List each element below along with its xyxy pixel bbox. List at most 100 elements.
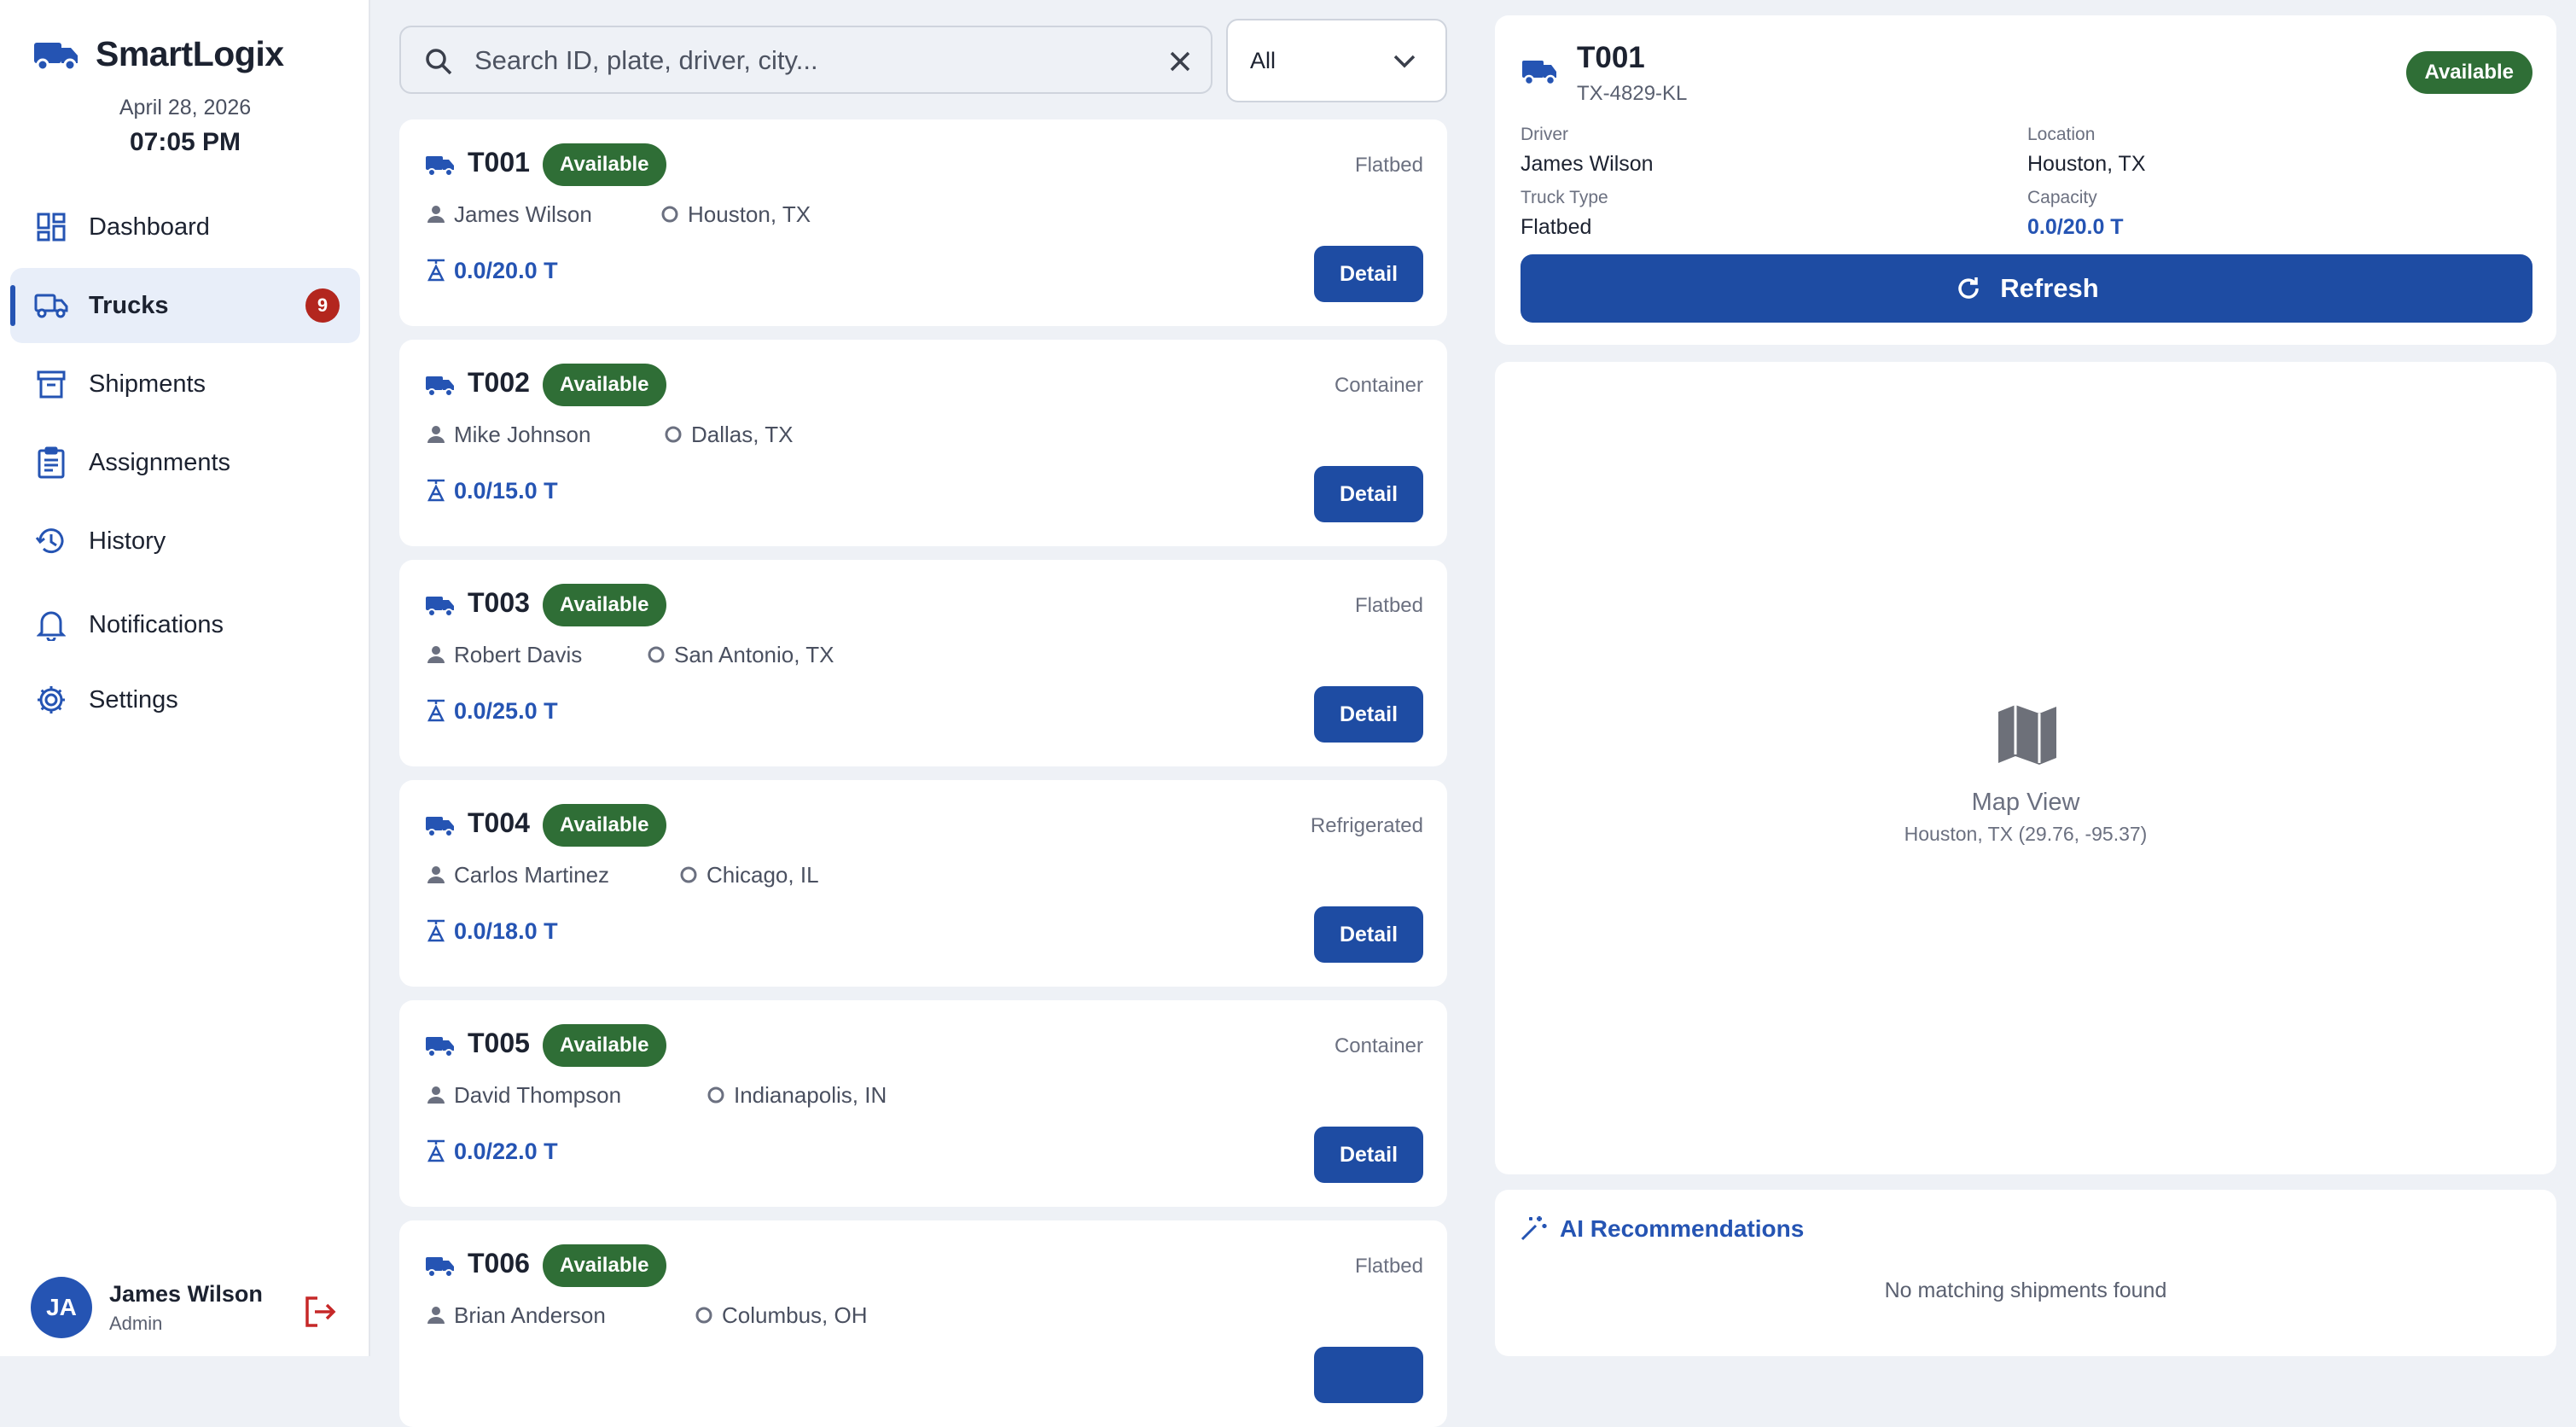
capacity-value: 0.0/20.0 T <box>2027 215 2124 239</box>
detail-button[interactable]: Detail <box>1314 686 1423 743</box>
weight-scale-icon <box>427 699 445 722</box>
truck-icon <box>426 376 454 397</box>
detail-button[interactable]: Detail <box>1314 246 1423 302</box>
map-view[interactable]: Map View Houston, TX (29.76, -95.37) <box>1495 362 2556 1174</box>
ai-recommendations-panel: AI Recommendations No matching shipments… <box>1495 1190 2556 1356</box>
sidebar-item-history[interactable]: History <box>10 504 360 579</box>
driver-name: Carlos Martinez <box>454 862 610 888</box>
truck-type: Container <box>1334 374 1423 397</box>
weight-scale-icon <box>427 259 445 282</box>
person-icon <box>427 206 445 223</box>
sidebar-item-trucks[interactable]: Trucks 9 <box>10 268 360 343</box>
sidebar-item-dashboard[interactable]: Dashboard <box>10 189 360 265</box>
truck-logo-icon <box>34 42 78 71</box>
detail-button[interactable] <box>1314 1347 1423 1403</box>
sidebar-item-settings[interactable]: Settings <box>10 662 360 737</box>
sidebar-item-label: Notifications <box>89 610 224 638</box>
truck-icon <box>426 156 454 177</box>
bell-icon <box>34 608 68 642</box>
truck-type: Flatbed <box>1354 154 1423 177</box>
selected-truck-plate: TX-4829-KL <box>1577 82 1688 105</box>
refresh-label: Refresh <box>2000 273 2099 303</box>
sidebar-item-assignments[interactable]: Assignments <box>10 425 360 500</box>
sidebar-item-label: Shipments <box>89 370 206 398</box>
archive-box-icon <box>34 367 68 401</box>
refresh-button[interactable]: Refresh <box>1521 254 2532 323</box>
location-value: Houston, TX <box>2027 152 2146 176</box>
truck-card[interactable]: T005 Available Container David Thompson … <box>399 1000 1447 1207</box>
driver-name: James Wilson <box>454 201 592 227</box>
truck-location: Indianapolis, IN <box>734 1082 887 1108</box>
person-icon <box>427 866 445 883</box>
search-input[interactable] <box>473 36 1125 85</box>
search-icon <box>426 49 452 75</box>
truck-id: T005 <box>468 1028 530 1058</box>
truck-card[interactable]: T002 Available Container Mike Johnson Da… <box>399 340 1447 546</box>
truck-location: Dallas, TX <box>691 422 794 447</box>
selected-truck-id: T001 <box>1577 41 1645 74</box>
truck-card[interactable]: T003 Available Flatbed Robert Davis San … <box>399 560 1447 766</box>
truck-icon <box>426 597 454 617</box>
ai-empty-state: No matching shipments found <box>1884 1278 2167 1302</box>
close-icon[interactable] <box>1168 50 1192 73</box>
gear-icon <box>34 683 68 717</box>
sidebar-item-label: Assignments <box>89 448 231 476</box>
truck-type: Container <box>1334 1034 1423 1057</box>
status-badge: Available <box>543 364 666 406</box>
detail-button[interactable]: Detail <box>1314 906 1423 963</box>
status-badge: Available <box>543 584 666 626</box>
truck-location: Houston, TX <box>688 201 811 227</box>
truck-card[interactable]: T001 Available Flatbed James Wilson Hous… <box>399 119 1447 326</box>
map-title: Map View <box>1971 789 2080 816</box>
truck-capacity: 0.0/15.0 T <box>454 478 558 504</box>
sidebar-item-shipments[interactable]: Shipments <box>10 347 360 422</box>
truck-icon <box>426 817 454 837</box>
location-dot-icon <box>695 1307 712 1324</box>
truck-icon <box>426 1037 454 1057</box>
map-icon <box>1998 705 2056 765</box>
driver-value: James Wilson <box>1521 152 1654 176</box>
history-icon <box>34 524 68 558</box>
status-filter-select[interactable]: All <box>1226 19 1447 102</box>
refresh-icon <box>1958 277 1980 299</box>
truck-type-value: Flatbed <box>1521 215 1592 239</box>
weight-scale-icon <box>427 479 445 502</box>
detail-button[interactable]: Detail <box>1314 1127 1423 1183</box>
person-icon <box>427 1086 445 1104</box>
truck-id: T006 <box>468 1248 530 1278</box>
truck-location: San Antonio, TX <box>674 642 834 667</box>
status-badge: Available <box>543 804 666 847</box>
truck-icon <box>426 1257 454 1278</box>
weight-scale-icon <box>427 1139 445 1162</box>
logout-icon[interactable] <box>302 1294 338 1330</box>
location-dot-icon <box>661 206 678 223</box>
avatar: JA <box>31 1277 92 1338</box>
truck-capacity: 0.0/22.0 T <box>454 1139 558 1164</box>
truck-card[interactable]: T004 Available Refrigerated Carlos Marti… <box>399 780 1447 987</box>
truck-type: Flatbed <box>1354 594 1423 617</box>
truck-card[interactable]: T006 Available Flatbed Brian Anderson Co… <box>399 1220 1447 1427</box>
truck-id: T002 <box>468 367 530 398</box>
person-icon <box>427 426 445 443</box>
truck-capacity: 0.0/20.0 T <box>454 258 558 283</box>
status-badge: Available <box>543 143 666 186</box>
driver-name: David Thompson <box>454 1082 622 1108</box>
status-badge: Available <box>543 1244 666 1287</box>
sidebar-item-label: History <box>89 527 166 555</box>
location-label: Location <box>2027 125 2096 144</box>
detail-button[interactable]: Detail <box>1314 466 1423 522</box>
truck-type: Refrigerated <box>1310 814 1423 837</box>
sidebar-item-label: Trucks <box>89 291 169 319</box>
location-dot-icon <box>665 426 682 443</box>
driver-label: Driver <box>1521 125 1568 144</box>
user-profile[interactable]: JA James Wilson Admin <box>31 1277 263 1338</box>
person-icon <box>427 1307 445 1324</box>
ai-recommendations-title: AI Recommendations <box>1560 1215 1805 1242</box>
truck-capacity: 0.0/25.0 T <box>454 698 558 724</box>
location-dot-icon <box>707 1086 724 1104</box>
app-name: SmartLogix <box>96 34 284 73</box>
sidebar-item-notifications[interactable]: Notifications <box>10 587 360 662</box>
brand[interactable]: SmartLogix <box>32 34 284 74</box>
location-dot-icon <box>680 866 697 883</box>
status-badge: Available <box>2405 51 2532 94</box>
